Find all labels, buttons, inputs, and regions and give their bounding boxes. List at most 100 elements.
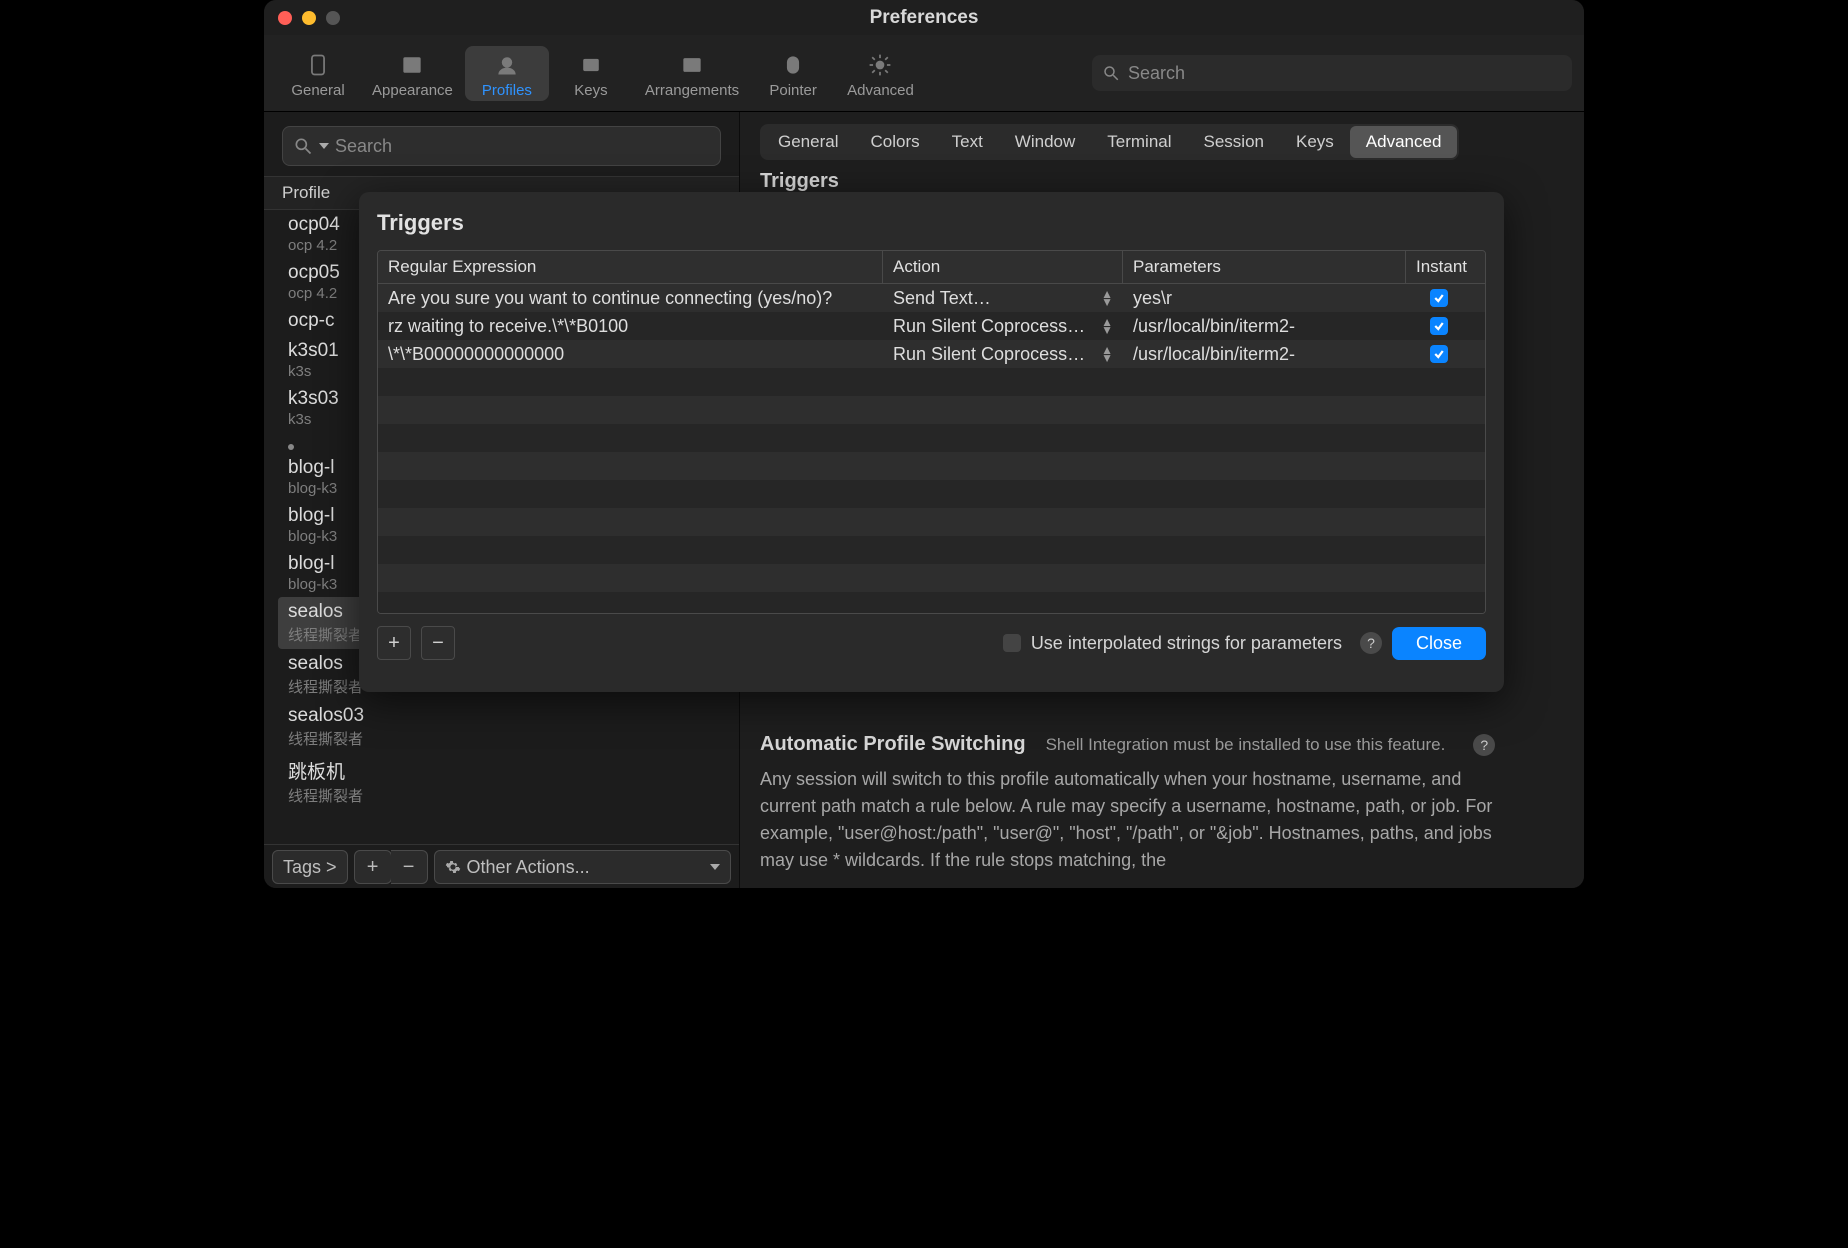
interpolated-strings-label: Use interpolated strings for parameters — [1031, 633, 1342, 654]
preferences-window: Preferences General Appearance Profiles Key… — [264, 0, 1584, 888]
toolbar-tab-label: Appearance — [372, 82, 453, 99]
toolbar-tab-label: Arrangements — [645, 82, 739, 99]
trigger-row[interactable] — [378, 564, 1485, 592]
column-action[interactable]: Action — [883, 251, 1123, 283]
updown-icon: ▲▼ — [1101, 346, 1113, 362]
trigger-row[interactable] — [378, 592, 1485, 614]
toolbar-tab-advanced[interactable]: Advanced — [835, 46, 926, 101]
toolbar-tab-keys[interactable]: Keys — [549, 46, 633, 101]
remove-profile-button[interactable]: − — [391, 850, 428, 884]
chevron-down-icon — [319, 143, 329, 149]
profile-tab-window[interactable]: Window — [999, 126, 1091, 158]
profile-tab-colors[interactable]: Colors — [854, 126, 935, 158]
triggers-table-header: Regular Expression Action Parameters Ins… — [378, 251, 1485, 284]
toolbar-tab-label: General — [291, 82, 344, 99]
search-icon — [1102, 64, 1120, 82]
column-parameters[interactable]: Parameters — [1123, 251, 1406, 283]
profile-tabs: GeneralColorsTextWindowTerminalSessionKe… — [760, 124, 1459, 160]
titlebar: Preferences — [264, 0, 1584, 35]
checked-icon — [1430, 345, 1448, 363]
trigger-row[interactable] — [378, 480, 1485, 508]
tags-button[interactable]: Tags > — [272, 850, 348, 884]
trigger-row[interactable] — [378, 424, 1485, 452]
add-trigger-button[interactable]: + — [377, 626, 411, 660]
gear-icon — [445, 859, 461, 875]
appearance-icon — [395, 50, 429, 80]
triggers-modal-footer: + − Use interpolated strings for paramet… — [377, 626, 1486, 660]
chevron-down-icon — [710, 864, 720, 870]
updown-icon: ▲▼ — [1101, 290, 1113, 306]
toolbar-tab-profiles[interactable]: Profiles — [465, 46, 549, 101]
trigger-row[interactable] — [378, 508, 1485, 536]
advanced-icon — [863, 50, 897, 80]
trigger-action-cell[interactable]: Run Silent Coprocess…▲▼ — [883, 342, 1123, 367]
profile-search-placeholder: Search — [335, 136, 392, 157]
profile-tab-text[interactable]: Text — [936, 126, 999, 158]
toolbar-tab-pointer[interactable]: Pointer — [751, 46, 835, 101]
preferences-toolbar: General Appearance Profiles Keys Arrangement… — [264, 35, 1584, 112]
triggers-table: Regular Expression Action Parameters Ins… — [377, 250, 1486, 614]
profile-title: sealos03 — [288, 705, 733, 727]
trigger-row[interactable] — [378, 368, 1485, 396]
triggers-table-body[interactable]: Are you sure you want to continue connec… — [378, 284, 1485, 614]
profile-search[interactable]: Search — [282, 126, 721, 166]
interpolated-strings-checkbox[interactable]: Use interpolated strings for parameters — [1003, 633, 1342, 654]
other-actions-dropdown[interactable]: Other Actions... — [434, 850, 731, 884]
triggers-modal: Triggers Regular Expression Action Param… — [359, 192, 1504, 692]
updown-icon: ▲▼ — [1101, 318, 1113, 334]
checkbox-icon — [1003, 634, 1021, 652]
trigger-parameters-cell[interactable]: /usr/local/bin/iterm2- — [1123, 342, 1406, 367]
toolbar-tab-label: Profiles — [482, 82, 532, 99]
toolbar-tab-label: Pointer — [769, 82, 817, 99]
add-profile-button[interactable]: + — [354, 850, 392, 884]
arrangements-icon — [675, 50, 709, 80]
close-button[interactable]: Close — [1392, 627, 1486, 660]
profile-list-footer: Tags > + − Other Actions... — [264, 844, 739, 888]
profile-tab-keys[interactable]: Keys — [1280, 126, 1350, 158]
profile-tab-general[interactable]: General — [762, 126, 854, 158]
preferences-search[interactable]: Search — [1092, 55, 1572, 91]
trigger-regex-cell[interactable]: \*\*B00000000000000 — [378, 342, 883, 367]
profile-title: 跳板机 — [288, 757, 733, 784]
trigger-row[interactable] — [378, 452, 1485, 480]
remove-trigger-button[interactable]: − — [421, 626, 455, 660]
trigger-regex-cell[interactable]: rz waiting to receive.\*\*B0100 — [378, 314, 883, 339]
trigger-instant-cell[interactable] — [1406, 315, 1471, 337]
trigger-instant-cell[interactable] — [1406, 343, 1471, 365]
checked-icon — [1430, 289, 1448, 307]
aps-title: Automatic Profile Switching — [760, 733, 1026, 756]
trigger-parameters-cell[interactable]: yes\r — [1123, 286, 1406, 311]
profile-tab-session[interactable]: Session — [1188, 126, 1280, 158]
profile-tab-advanced[interactable]: Advanced — [1350, 126, 1458, 158]
trigger-action-cell[interactable]: Run Silent Coprocess…▲▼ — [883, 314, 1123, 339]
trigger-parameters-cell[interactable]: /usr/local/bin/iterm2- — [1123, 314, 1406, 339]
profiles-icon — [490, 50, 524, 80]
profile-list-item[interactable]: 跳板机线程撕裂者 — [278, 753, 739, 810]
trigger-row[interactable]: Are you sure you want to continue connec… — [378, 284, 1485, 312]
trigger-row[interactable] — [378, 536, 1485, 564]
triggers-section-title: Triggers — [760, 170, 1564, 193]
trigger-regex-cell[interactable]: Are you sure you want to continue connec… — [378, 286, 883, 311]
other-actions-label: Other Actions... — [467, 857, 590, 878]
toolbar-tab-label: Advanced — [847, 82, 914, 99]
toolbar-tab-appearance[interactable]: Appearance — [360, 46, 465, 101]
keys-icon — [574, 50, 608, 80]
help-icon[interactable]: ? — [1360, 632, 1382, 654]
window-title: Preferences — [264, 7, 1584, 29]
toolbar-tab-general[interactable]: General — [276, 46, 360, 101]
general-icon — [301, 50, 335, 80]
checked-icon — [1430, 317, 1448, 335]
trigger-row[interactable] — [378, 396, 1485, 424]
trigger-row[interactable]: rz waiting to receive.\*\*B0100Run Silen… — [378, 312, 1485, 340]
column-instant[interactable]: Instant — [1406, 251, 1471, 283]
toolbar-tab-label: Keys — [574, 82, 607, 99]
trigger-row[interactable]: \*\*B00000000000000Run Silent Coprocess…… — [378, 340, 1485, 368]
profile-list-item[interactable]: sealos03线程撕裂者 — [278, 701, 739, 753]
search-icon — [293, 136, 313, 156]
trigger-action-cell[interactable]: Send Text…▲▼ — [883, 286, 1123, 311]
toolbar-tab-arrangements[interactable]: Arrangements — [633, 46, 751, 101]
profile-tab-terminal[interactable]: Terminal — [1091, 126, 1187, 158]
help-icon[interactable]: ? — [1473, 734, 1495, 756]
trigger-instant-cell[interactable] — [1406, 287, 1471, 309]
column-regex[interactable]: Regular Expression — [378, 251, 883, 283]
